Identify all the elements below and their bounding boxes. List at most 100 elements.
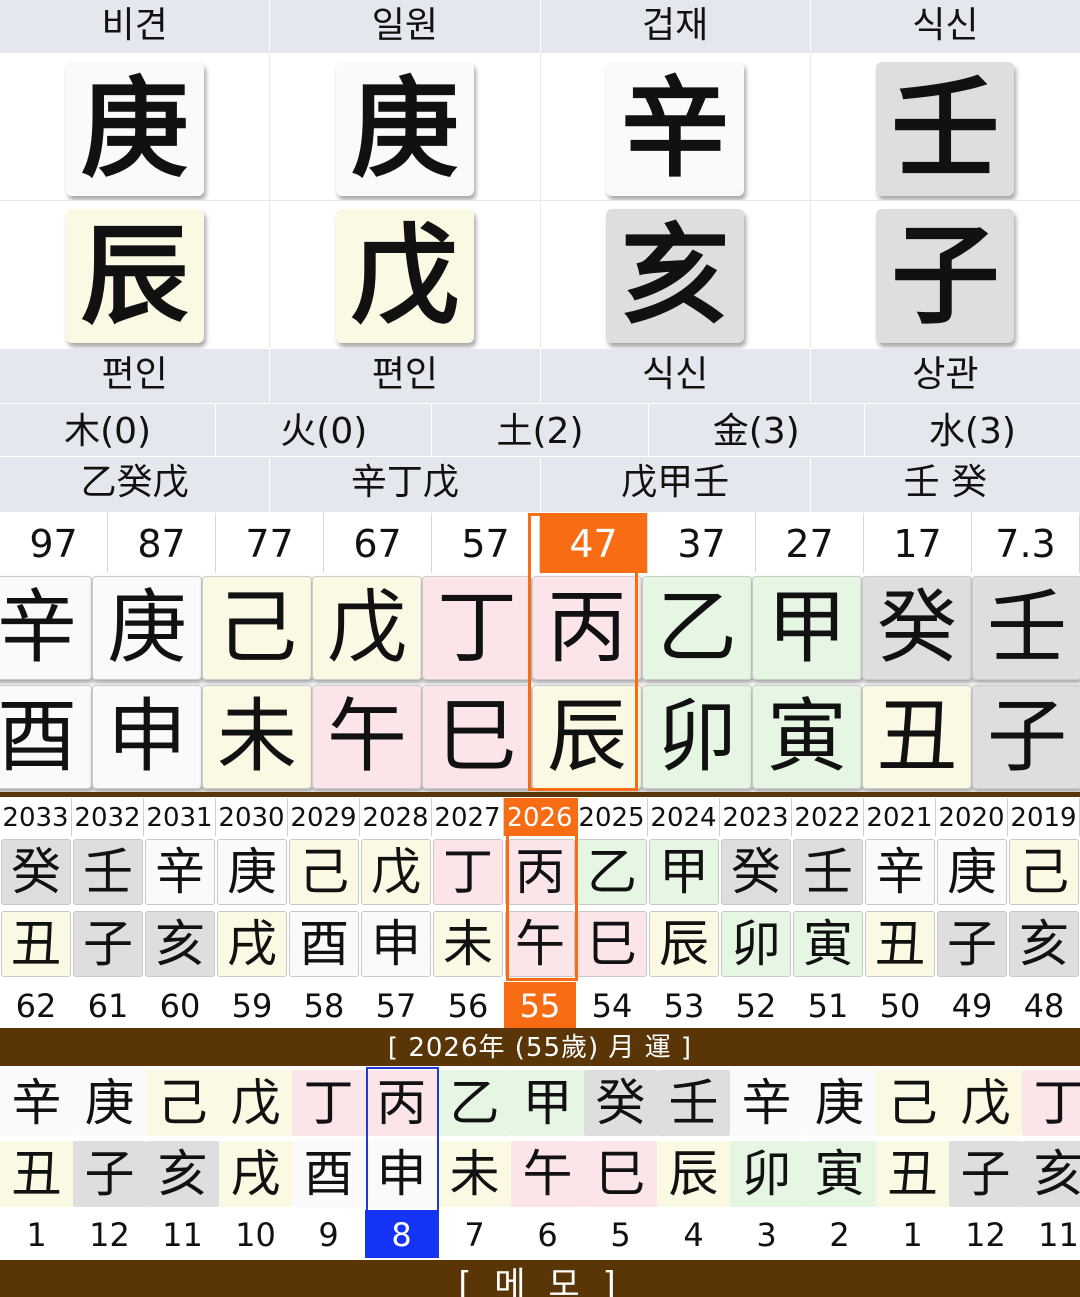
yearly-luck-stem-tile[interactable]: 壬	[73, 839, 143, 905]
yearly-luck-stem-tile[interactable]: 己	[1009, 839, 1079, 905]
great-luck-age[interactable]: 67	[324, 513, 432, 573]
monthly-luck-branche-tile[interactable]: 亥	[146, 1141, 219, 1207]
month-number[interactable]: 9	[292, 1210, 365, 1258]
year-cell[interactable]: 2024	[648, 798, 720, 836]
great-luck-branche-tile[interactable]: 酉	[0, 685, 92, 789]
great-luck-age[interactable]: 27	[756, 513, 864, 573]
yearly-luck-stem-tile[interactable]: 壬	[793, 839, 863, 905]
year-cell[interactable]: 2025	[576, 798, 648, 836]
great-luck-stem-tile[interactable]: 癸	[862, 576, 972, 680]
year-cell[interactable]: 2027	[432, 798, 504, 836]
yearly-luck-branche-tile[interactable]: 辰	[649, 911, 719, 977]
month-number[interactable]: 2	[803, 1210, 876, 1258]
yearly-luck-branche-tile[interactable]: 丑	[865, 911, 935, 977]
year-cell[interactable]: 2020	[936, 798, 1008, 836]
month-number[interactable]: 8	[365, 1210, 438, 1258]
month-number[interactable]: 6	[511, 1210, 584, 1258]
monthly-luck-stem-tile[interactable]: 乙	[438, 1070, 511, 1136]
yearly-luck-age[interactable]: 50	[864, 982, 936, 1028]
yearly-luck-stem-tile[interactable]: 丙	[505, 839, 575, 905]
month-number[interactable]: 12	[949, 1210, 1022, 1258]
yearly-luck-branche-tile[interactable]: 未	[433, 911, 503, 977]
great-luck-age[interactable]: 37	[648, 513, 756, 573]
yearly-luck-age[interactable]: 48	[1008, 982, 1080, 1028]
yearly-luck-branche-tile[interactable]: 丑	[1, 911, 71, 977]
month-number[interactable]: 4	[657, 1210, 730, 1258]
month-number[interactable]: 3	[730, 1210, 803, 1258]
month-number[interactable]: 1	[0, 1210, 73, 1258]
yearly-luck-age[interactable]: 60	[144, 982, 216, 1028]
year-cell[interactable]: 2032	[72, 798, 144, 836]
monthly-luck-stem-tile[interactable]: 己	[146, 1070, 219, 1136]
yearly-luck-age[interactable]: 55	[504, 982, 576, 1028]
yearly-luck-stem-tile[interactable]: 癸	[721, 839, 791, 905]
yearly-luck-age[interactable]: 51	[792, 982, 864, 1028]
monthly-luck-branche-tile[interactable]: 午	[511, 1141, 584, 1207]
great-luck-age[interactable]: 7.3	[972, 513, 1080, 573]
great-luck-branche-tile[interactable]: 巳	[422, 685, 532, 789]
yearly-luck-stem-tile[interactable]: 庚	[217, 839, 287, 905]
great-luck-stem-tile[interactable]: 丁	[422, 576, 532, 680]
yearly-luck-branche-tile[interactable]: 子	[73, 911, 143, 977]
monthly-luck-stem-tile[interactable]: 甲	[511, 1070, 584, 1136]
great-luck-age[interactable]: 47	[540, 513, 648, 573]
great-luck-stem-tile[interactable]: 壬	[972, 576, 1080, 680]
yearly-luck-age[interactable]: 61	[72, 982, 144, 1028]
year-cell[interactable]: 2029	[288, 798, 360, 836]
monthly-luck-stem-tile[interactable]: 壬	[657, 1070, 730, 1136]
month-number[interactable]: 11	[1022, 1210, 1080, 1258]
monthly-luck-branche-tile[interactable]: 酉	[292, 1141, 365, 1207]
monthly-luck-stem-tile[interactable]: 丁	[1022, 1070, 1080, 1136]
yearly-luck-stem-tile[interactable]: 甲	[649, 839, 719, 905]
monthly-luck-stem-tile[interactable]: 辛	[0, 1070, 73, 1136]
yearly-luck-age[interactable]: 59	[216, 982, 288, 1028]
great-luck-age[interactable]: 17	[864, 513, 972, 573]
year-cell[interactable]: 2031	[144, 798, 216, 836]
year-cell[interactable]: 2022	[792, 798, 864, 836]
yearly-luck-age[interactable]: 58	[288, 982, 360, 1028]
yearly-luck-age[interactable]: 54	[576, 982, 648, 1028]
month-number[interactable]: 1	[876, 1210, 949, 1258]
monthly-luck-stem-tile[interactable]: 丙	[365, 1070, 438, 1136]
great-luck-branche-tile[interactable]: 卯	[642, 685, 752, 789]
month-number[interactable]: 11	[146, 1210, 219, 1258]
monthly-luck-branche-tile[interactable]: 丑	[876, 1141, 949, 1207]
yearly-luck-branche-tile[interactable]: 巳	[577, 911, 647, 977]
yearly-luck-age[interactable]: 56	[432, 982, 504, 1028]
year-cell[interactable]: 2023	[720, 798, 792, 836]
year-cell[interactable]: 2021	[864, 798, 936, 836]
monthly-luck-branche-tile[interactable]: 寅	[803, 1141, 876, 1207]
monthly-luck-branche-tile[interactable]: 子	[949, 1141, 1022, 1207]
great-luck-stem-tile[interactable]: 甲	[752, 576, 862, 680]
monthly-luck-stem-tile[interactable]: 丁	[292, 1070, 365, 1136]
monthly-luck-branche-tile[interactable]: 亥	[1022, 1141, 1080, 1207]
great-luck-stem-tile[interactable]: 庚	[92, 576, 202, 680]
great-luck-stem-tile[interactable]: 丙	[532, 576, 642, 680]
yearly-luck-age[interactable]: 57	[360, 982, 432, 1028]
yearly-luck-branche-tile[interactable]: 午	[505, 911, 575, 977]
great-luck-age[interactable]: 97	[0, 513, 108, 573]
great-luck-branche-tile[interactable]: 子	[972, 685, 1080, 789]
monthly-luck-stem-tile[interactable]: 庚	[73, 1070, 146, 1136]
yearly-luck-stem-tile[interactable]: 辛	[865, 839, 935, 905]
yearly-luck-branche-tile[interactable]: 酉	[289, 911, 359, 977]
yearly-luck-age[interactable]: 62	[0, 982, 72, 1028]
memo-button[interactable]: [ 메 모 ]	[0, 1260, 1080, 1297]
monthly-luck-branche-tile[interactable]: 子	[73, 1141, 146, 1207]
great-luck-stem-tile[interactable]: 辛	[0, 576, 92, 680]
month-number[interactable]: 5	[584, 1210, 657, 1258]
monthly-luck-branche-tile[interactable]: 未	[438, 1141, 511, 1207]
great-luck-stem-tile[interactable]: 乙	[642, 576, 752, 680]
great-luck-stem-tile[interactable]: 己	[202, 576, 312, 680]
great-luck-branche-tile[interactable]: 寅	[752, 685, 862, 789]
monthly-luck-stem-tile[interactable]: 辛	[730, 1070, 803, 1136]
yearly-luck-age[interactable]: 49	[936, 982, 1008, 1028]
monthly-luck-branche-tile[interactable]: 戌	[219, 1141, 292, 1207]
yearly-luck-branche-tile[interactable]: 亥	[1009, 911, 1079, 977]
yearly-luck-branche-tile[interactable]: 亥	[145, 911, 215, 977]
monthly-luck-stem-tile[interactable]: 戊	[219, 1070, 292, 1136]
monthly-luck-branche-tile[interactable]: 丑	[0, 1141, 73, 1207]
monthly-luck-branche-tile[interactable]: 申	[365, 1141, 438, 1207]
great-luck-branche-tile[interactable]: 未	[202, 685, 312, 789]
yearly-luck-age[interactable]: 52	[720, 982, 792, 1028]
